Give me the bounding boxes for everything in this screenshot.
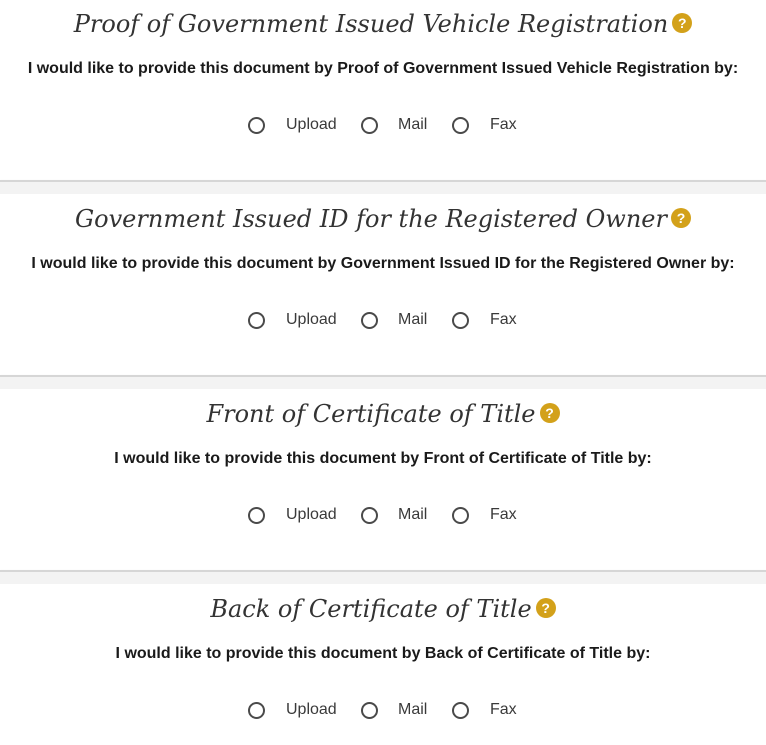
section-title: Front of Certificate of Title bbox=[206, 400, 536, 428]
radio-option-upload[interactable]: Upload bbox=[248, 310, 348, 334]
radio-option-fax[interactable]: Fax bbox=[452, 700, 532, 724]
section-gap bbox=[0, 377, 766, 389]
radio-option-upload[interactable]: Upload bbox=[248, 115, 348, 139]
radio-button[interactable] bbox=[452, 507, 469, 524]
radio-button[interactable] bbox=[361, 702, 378, 719]
delivery-method-radio-group: Upload Mail Fax bbox=[0, 115, 766, 139]
section-title: Government Issued ID for the Registered … bbox=[75, 205, 667, 233]
radio-label: Fax bbox=[490, 311, 517, 328]
help-icon[interactable]: ? bbox=[535, 598, 556, 618]
radio-button[interactable] bbox=[452, 117, 469, 134]
radio-label: Upload bbox=[286, 506, 337, 523]
radio-option-fax[interactable]: Fax bbox=[452, 115, 532, 139]
radio-option-mail[interactable]: Mail bbox=[361, 310, 441, 334]
radio-label: Upload bbox=[286, 311, 337, 328]
section-title: Back of Certificate of Title bbox=[210, 595, 532, 623]
radio-label: Mail bbox=[398, 116, 428, 133]
radio-option-fax[interactable]: Fax bbox=[452, 505, 532, 529]
radio-label: Upload bbox=[286, 116, 337, 133]
radio-button[interactable] bbox=[361, 507, 378, 524]
section-title-row: Back of Certificate of Title? bbox=[0, 595, 766, 623]
radio-button[interactable] bbox=[248, 312, 265, 329]
radio-button[interactable] bbox=[248, 702, 265, 719]
delivery-prompt: I would like to provide this document by… bbox=[27, 60, 739, 77]
radio-button[interactable] bbox=[452, 702, 469, 719]
radio-label: Fax bbox=[490, 701, 517, 718]
delivery-prompt: I would like to provide this document by… bbox=[115, 645, 651, 662]
section-gap bbox=[0, 182, 766, 194]
radio-option-mail[interactable]: Mail bbox=[361, 115, 441, 139]
radio-option-upload[interactable]: Upload bbox=[248, 700, 348, 724]
radio-label: Upload bbox=[286, 701, 337, 718]
radio-option-fax[interactable]: Fax bbox=[452, 310, 532, 334]
document-section-title-back: Back of Certificate of Title? I would li… bbox=[0, 584, 766, 745]
help-icon[interactable]: ? bbox=[672, 13, 693, 33]
radio-label: Fax bbox=[490, 506, 517, 523]
radio-label: Mail bbox=[398, 701, 428, 718]
radio-button[interactable] bbox=[248, 117, 265, 134]
radio-option-mail[interactable]: Mail bbox=[361, 505, 441, 529]
radio-button[interactable] bbox=[361, 312, 378, 329]
help-icon[interactable]: ? bbox=[670, 208, 691, 228]
document-section-registered-owner-id: Government Issued ID for the Registered … bbox=[0, 194, 766, 375]
delivery-method-radio-group: Upload Mail Fax bbox=[0, 310, 766, 334]
radio-option-mail[interactable]: Mail bbox=[361, 700, 441, 724]
radio-label: Fax bbox=[490, 116, 517, 133]
section-title-row: Government Issued ID for the Registered … bbox=[0, 205, 766, 233]
document-section-title-front: Front of Certificate of Title? I would l… bbox=[0, 389, 766, 570]
radio-option-upload[interactable]: Upload bbox=[248, 505, 348, 529]
radio-label: Mail bbox=[398, 506, 428, 523]
radio-button[interactable] bbox=[452, 312, 469, 329]
section-gap bbox=[0, 572, 766, 584]
document-section-vehicle-registration: Proof of Government Issued Vehicle Regis… bbox=[0, 0, 766, 180]
delivery-prompt: I would like to provide this document by… bbox=[114, 450, 652, 467]
section-title-row: Front of Certificate of Title? bbox=[0, 400, 766, 428]
radio-button[interactable] bbox=[361, 117, 378, 134]
radio-button[interactable] bbox=[248, 507, 265, 524]
delivery-prompt: I would like to provide this document by… bbox=[31, 255, 735, 272]
delivery-method-radio-group: Upload Mail Fax bbox=[0, 700, 766, 724]
section-title-row: Proof of Government Issued Vehicle Regis… bbox=[0, 10, 766, 38]
help-icon[interactable]: ? bbox=[539, 403, 560, 423]
radio-label: Mail bbox=[398, 311, 428, 328]
delivery-method-radio-group: Upload Mail Fax bbox=[0, 505, 766, 529]
section-title: Proof of Government Issued Vehicle Regis… bbox=[73, 10, 669, 38]
